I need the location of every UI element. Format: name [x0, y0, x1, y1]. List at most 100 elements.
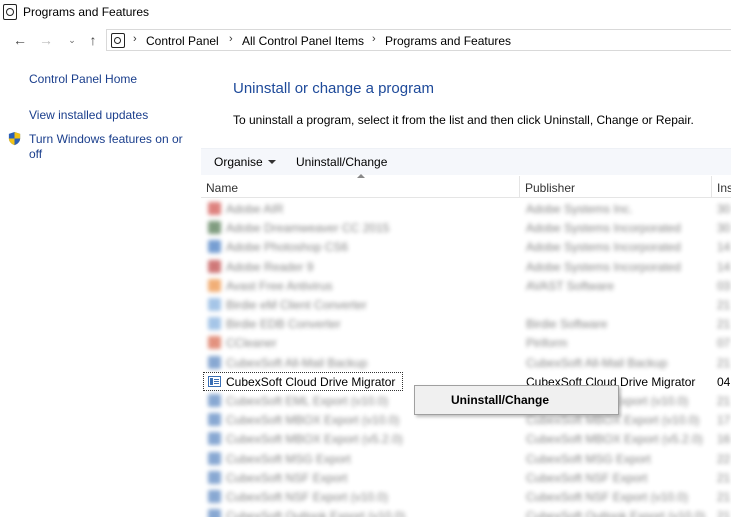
column-header-publisher[interactable]: Publisher [525, 181, 575, 195]
program-name: Adobe AIR [226, 202, 284, 216]
table-row[interactable]: Adobe Dreamweaver CC 2015 Adobe Systems I… [201, 218, 731, 237]
program-installed-on: 17 [717, 413, 731, 427]
control-panel-icon [3, 4, 17, 20]
program-name: CubexSoft MSG Export [226, 452, 351, 466]
program-installed-on: 21 [717, 356, 731, 370]
program-icon [208, 394, 221, 407]
uac-shield-icon [8, 131, 21, 146]
column-header-row: Name Publisher Ins [201, 174, 731, 198]
windows-features-link-continued[interactable]: off [29, 147, 42, 162]
program-icon [208, 202, 221, 215]
breadcrumb-control-panel[interactable]: Control Panel [146, 34, 219, 48]
title-bar: Programs and Features [0, 0, 731, 26]
uninstall-change-button[interactable]: Uninstall/Change [296, 155, 387, 169]
windows-features-link[interactable]: Turn Windows features on or [29, 132, 183, 147]
program-installed-on: 21 [717, 490, 731, 504]
view-installed-updates-link[interactable]: View installed updates [29, 108, 148, 123]
breadcrumb-all-items[interactable]: All Control Panel Items [242, 34, 364, 48]
program-name: CubexSoft MBOX Export (v5.2.0) [226, 432, 403, 446]
table-row[interactable]: CubexSoft NSF Export CubexSoft NSF Export… [201, 468, 731, 487]
program-icon [208, 413, 221, 426]
program-icon [208, 298, 221, 311]
page-title: Uninstall or change a program [233, 80, 434, 97]
program-name: Birdie EDB Converter [226, 317, 341, 331]
table-row[interactable]: CubexSoft MSG Export CubexSoft MSG Export… [201, 449, 731, 468]
row-content: Adobe AIR Adobe Systems Inc. 30 [201, 199, 731, 218]
program-installed-on: 14 [717, 260, 731, 274]
control-panel-home-link[interactable]: Control Panel Home [29, 72, 137, 87]
row-content: Avast Free Antivirus AVAST Software 03 [201, 276, 731, 295]
up-arrow-icon[interactable]: ↑ [84, 31, 102, 49]
program-installed-on: 21 [717, 317, 731, 331]
program-publisher: CubexSoft NSF Export (v10.0) [526, 490, 689, 504]
program-publisher: CubexSoft All-Mail Backup [526, 356, 668, 370]
breadcrumb-chevron-icon[interactable]: › [372, 33, 376, 45]
program-publisher: CubexSoft MBOX Export (v10.0) [526, 413, 700, 427]
context-menu-uninstall-change[interactable]: Uninstall/Change [417, 388, 616, 412]
program-installed-on: 14 [717, 240, 731, 254]
program-installed-on: 30 [717, 221, 731, 235]
left-task-pane: Control Panel Home View installed update… [0, 60, 200, 517]
recent-locations-chevron-icon[interactable]: ⌄ [63, 31, 81, 49]
program-name: Avast Free Antivirus [226, 279, 333, 293]
program-icon [208, 452, 221, 465]
address-bar[interactable]: › Control Panel › All Control Panel Item… [106, 29, 731, 51]
program-icon [208, 240, 221, 253]
table-row[interactable]: Birdie EDB Converter Birdie Software 21 [201, 314, 731, 333]
row-content: CCleaner Piriform 07 [201, 333, 731, 352]
program-icon [208, 356, 221, 369]
program-publisher: AVAST Software [526, 279, 615, 293]
program-name: CubexSoft Cloud Drive Migrator [226, 375, 396, 389]
program-icon [208, 317, 221, 330]
program-publisher: CubexSoft Outlook Export (v10.0) [526, 509, 706, 517]
breadcrumb-chevron-icon[interactable]: › [229, 33, 233, 45]
program-installed-on: 21 [717, 509, 731, 517]
program-publisher: CubexSoft MBOX Export (v5.2.0) [526, 432, 703, 446]
organise-button[interactable]: Organise [214, 155, 263, 169]
column-divider[interactable] [711, 176, 712, 198]
window-title: Programs and Features [23, 5, 150, 19]
program-name: Adobe Photoshop CS6 [226, 240, 349, 254]
program-icon [208, 221, 221, 234]
program-name: CCleaner [226, 336, 277, 350]
program-installed-on: 04 [717, 375, 731, 389]
program-publisher: Adobe Systems Incorporated [526, 260, 681, 274]
back-arrow-icon[interactable]: ← [11, 31, 29, 49]
program-icon [208, 260, 221, 273]
column-header-name[interactable]: Name [206, 181, 238, 195]
page-description: To uninstall a program, select it from t… [233, 113, 694, 127]
row-content: CubexSoft MSG Export CubexSoft MSG Export… [201, 449, 731, 468]
table-row[interactable]: CubexSoft MBOX Export (v5.2.0) CubexSoft … [201, 429, 731, 448]
organise-dropdown-caret-icon[interactable] [268, 160, 276, 164]
table-row[interactable]: Adobe Reader 9 Adobe Systems Incorporated… [201, 257, 731, 276]
forward-arrow-icon[interactable]: → [37, 31, 55, 49]
row-content: Adobe Reader 9 Adobe Systems Incorporated… [201, 257, 731, 276]
row-content: CubexSoft All-Mail Backup CubexSoft All-M… [201, 353, 731, 372]
program-icon [208, 432, 221, 445]
column-divider[interactable] [519, 176, 520, 198]
program-list[interactable]: Adobe AIR Adobe Systems Inc. 30 Adobe Dream… [201, 199, 731, 517]
table-row[interactable]: Adobe AIR Adobe Systems Inc. 30 [201, 199, 731, 218]
breadcrumb-programs-features[interactable]: Programs and Features [385, 34, 511, 48]
context-menu-item-label: Uninstall/Change [451, 393, 550, 407]
program-publisher: CubexSoft MSG Export [526, 452, 651, 466]
program-publisher: Adobe Systems Incorporated [526, 240, 681, 254]
row-content: CubexSoft MBOX Export (v5.2.0) CubexSoft … [201, 429, 731, 448]
breadcrumb-chevron-icon[interactable]: › [133, 33, 137, 45]
table-row[interactable]: CubexSoft NSF Export (v10.0) CubexSoft NS… [201, 487, 731, 506]
table-row[interactable]: Avast Free Antivirus AVAST Software 03 [201, 276, 731, 295]
control-panel-icon [111, 33, 125, 48]
column-header-installed-on[interactable]: Ins [717, 181, 731, 195]
program-publisher: Adobe Systems Inc. [526, 202, 633, 216]
program-icon [208, 509, 221, 517]
table-row[interactable]: Adobe Photoshop CS6 Adobe Systems Incorpo… [201, 237, 731, 256]
program-icon [208, 336, 221, 349]
table-row[interactable]: CubexSoft Outlook Export (v10.0) CubexSof… [201, 506, 731, 517]
program-icon [208, 490, 221, 503]
program-name: CubexSoft NSF Export (v10.0) [226, 490, 389, 504]
table-row[interactable]: Birdie eM Client Converter 21 [201, 295, 731, 314]
table-row[interactable]: CCleaner Piriform 07 [201, 333, 731, 352]
program-installed-on: 22 [717, 452, 731, 466]
table-row[interactable]: CubexSoft All-Mail Backup CubexSoft All-M… [201, 353, 731, 372]
program-name: CubexSoft NSF Export [226, 471, 348, 485]
